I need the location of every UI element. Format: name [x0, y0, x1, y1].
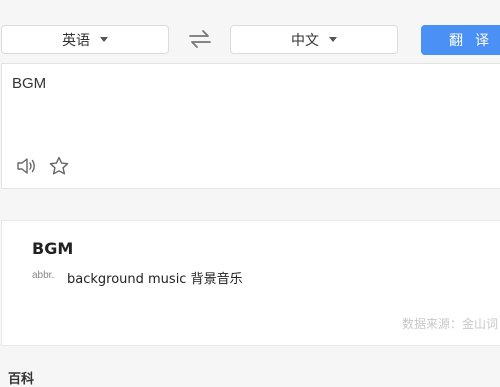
next-section-title: 百科: [8, 372, 35, 387]
chevron-down-icon: [100, 37, 108, 42]
data-source-note: 数据来源：金山词: [402, 317, 499, 331]
part-of-speech-label: abbr.: [32, 270, 55, 281]
swap-arrows-icon[interactable]: [186, 28, 214, 50]
star-icon[interactable]: [48, 155, 70, 177]
source-text[interactable]: BGM: [12, 75, 46, 92]
target-language-label: 中文: [291, 32, 319, 49]
chevron-down-icon: [329, 37, 337, 42]
result-definition: background music 背景音乐: [67, 272, 243, 287]
translation-result-panel: BGM abbr. background music 背景音乐 数据来源：金山词: [1, 220, 500, 346]
result-headword: BGM: [32, 239, 74, 258]
source-text-panel[interactable]: BGM: [1, 63, 500, 189]
translate-button[interactable]: 翻译: [421, 25, 500, 55]
target-language-select[interactable]: 中文: [230, 25, 398, 54]
translate-button-label: 翻译: [449, 33, 500, 49]
source-language-label: 英语: [62, 32, 90, 49]
source-language-select[interactable]: 英语: [1, 25, 169, 54]
speaker-icon[interactable]: [15, 155, 37, 177]
